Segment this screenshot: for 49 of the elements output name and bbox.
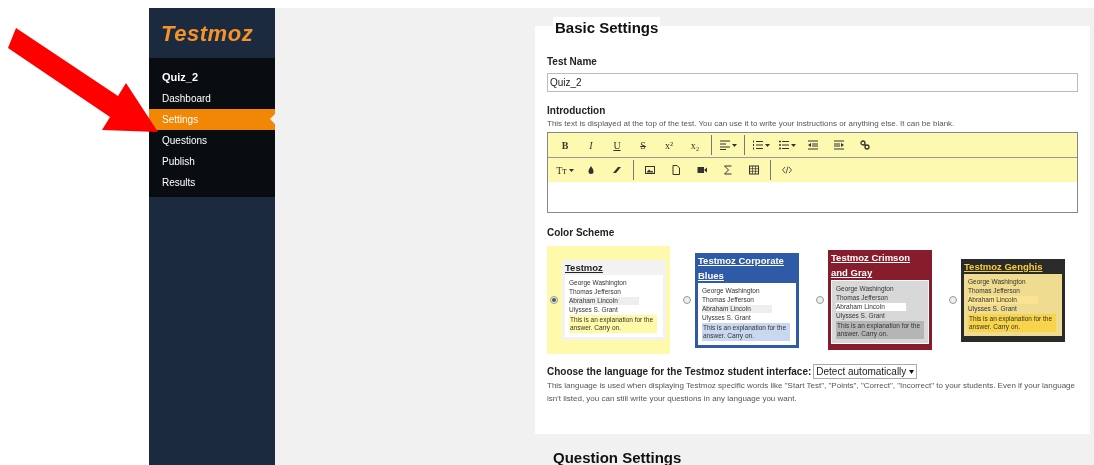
input-field[interactable]: Quiz_2 (547, 73, 1078, 92)
theme-title: Testmoz (565, 261, 604, 275)
bullet-list-icon (778, 140, 789, 150)
eraser-icon (612, 165, 622, 175)
field-label: Test Name (547, 55, 598, 69)
radio-button[interactable] (550, 296, 558, 304)
video-camera-icon (697, 165, 707, 175)
theme-title: Testmoz Genghis (964, 259, 1044, 274)
format-button[interactable]: I (578, 135, 604, 155)
help-text: This text is displayed at the top of the test. You can use it to write your instructions or anything else. It can be blank. (547, 118, 956, 130)
image-icon (645, 165, 655, 175)
sidebar-item[interactable]: Questions (149, 130, 275, 151)
language-dropdown[interactable]: Detect automatically (813, 364, 918, 379)
help-text: This language is used when displaying Testmoz specific words like "Start Test", "Points", "Correct", "Incorrect" to your students. Even if your language isn't listed, you can still write your questions in any language you want. (547, 380, 1076, 405)
field-label: Introduction (547, 104, 607, 118)
quiz-title: Quiz_2 (161, 70, 200, 85)
caret-icon (790, 143, 796, 147)
field-label: Choose the language for the Testmoz student interface: (547, 365, 812, 379)
theme-title: Testmoz Corporate Blues (698, 253, 785, 283)
caret-icon (764, 143, 770, 147)
rich-text-editor[interactable]: B I U S x² x₂ Tт (547, 132, 1078, 213)
caret-icon (731, 143, 737, 147)
format-button[interactable]: S (630, 135, 656, 155)
radio-button[interactable] (949, 296, 957, 304)
radio-button[interactable] (816, 296, 824, 304)
sigma-icon (723, 165, 733, 175)
field-label: Color Scheme (547, 226, 616, 240)
radio-button[interactable] (683, 296, 691, 304)
file-icon (671, 165, 681, 175)
outdent-icon (808, 140, 818, 150)
format-button[interactable]: x₂ (682, 135, 708, 155)
format-button[interactable]: x² (656, 135, 682, 155)
ordered-list-icon (752, 140, 763, 150)
theme-title: Testmoz Crimson and Gray (831, 251, 911, 280)
dropdown-caret-icon (909, 369, 915, 374)
drop-icon (586, 165, 596, 175)
table-icon (749, 165, 759, 175)
indent-icon (834, 140, 844, 150)
code-icon (782, 165, 792, 175)
align-icon (719, 140, 730, 150)
caret-icon (568, 168, 574, 172)
font-size-button[interactable]: Tт (552, 160, 578, 180)
sidebar-item[interactable]: Results (149, 172, 275, 193)
sidebar-item[interactable]: Publish (149, 151, 275, 172)
link-icon (860, 140, 870, 150)
logo[interactable]: Testmoz (161, 16, 254, 50)
sidebar-item[interactable]: Dashboard (149, 88, 275, 109)
format-button[interactable]: U (604, 135, 630, 155)
format-button[interactable]: B (552, 135, 578, 155)
